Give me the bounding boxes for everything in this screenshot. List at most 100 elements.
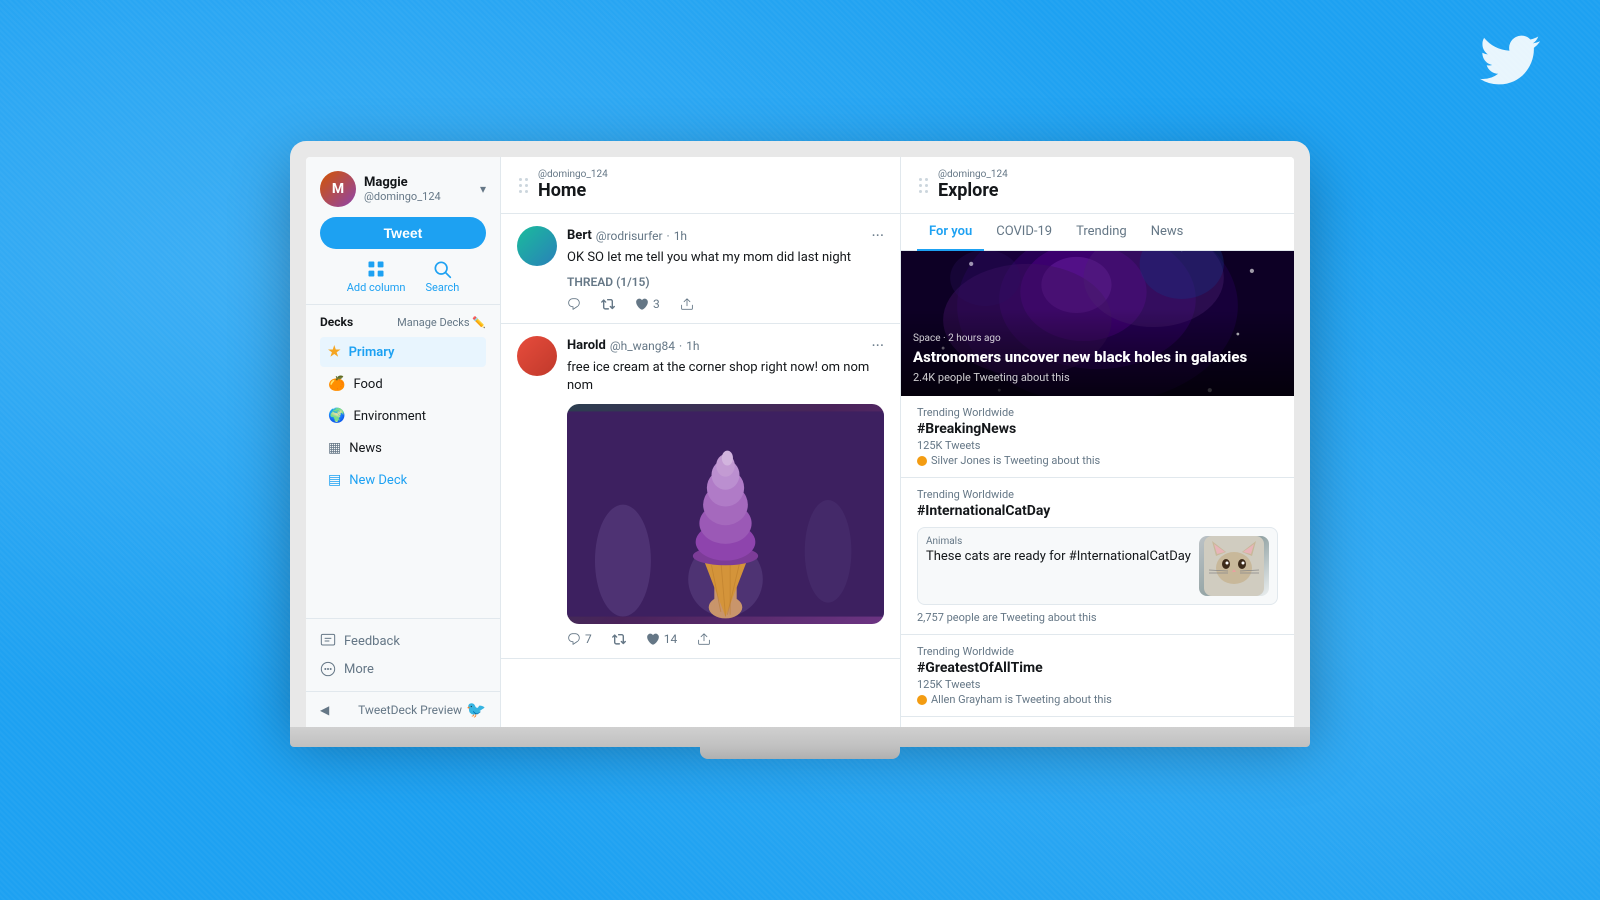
tweet-avatar	[517, 336, 557, 376]
sidebar-item-new-deck[interactable]: ▤ New Deck	[320, 465, 486, 495]
like-icon	[646, 632, 660, 646]
tweet-name: Bert	[567, 228, 592, 243]
share-icon	[680, 297, 694, 311]
deck-label: New Deck	[349, 473, 407, 488]
trending-hashtag: #GreatestOfAllTime	[917, 660, 1278, 676]
trending-hashtag: #BreakingNews	[917, 421, 1278, 437]
explore-column: @domingo_124 Explore For you COVID-19	[901, 157, 1294, 727]
user-name: Maggie	[364, 175, 441, 190]
more-icon	[320, 661, 336, 677]
tweet-avatar	[517, 226, 557, 266]
reply-button[interactable]	[567, 297, 581, 311]
new-deck-icon: ▤	[328, 472, 341, 488]
share-button[interactable]	[697, 632, 711, 646]
search-action[interactable]: Search	[426, 259, 460, 294]
cat-image	[1199, 536, 1269, 596]
trending-item-cat-day[interactable]: Trending Worldwide #InternationalCatDay …	[901, 478, 1294, 635]
sidebar-header: M Maggie @domingo_124 ▾ Tweet	[306, 157, 500, 305]
tweet-more-button[interactable]: ···	[871, 336, 884, 355]
feedback-item[interactable]: Feedback	[320, 627, 486, 655]
sidebar-actions: Add column Search	[320, 259, 486, 294]
explore-column-header-text: @domingo_124 Explore	[938, 169, 1008, 201]
branding-center: TweetDeck Preview 🐦	[358, 700, 486, 719]
news-card-content: Space · 2 hours ago Astronomers uncover …	[901, 321, 1259, 397]
like-button[interactable]: 3	[635, 297, 660, 311]
cat-card-category: Animals	[926, 536, 1191, 547]
manage-decks-button[interactable]: Manage Decks ✏️	[397, 316, 486, 329]
tweet-item: Harold @h_wang84 · 1h ··· free ice cream…	[501, 324, 900, 658]
avatar: M	[320, 171, 356, 207]
reply-icon	[567, 632, 581, 646]
star-icon: ★	[328, 344, 341, 360]
chevron-down-icon[interactable]: ▾	[480, 182, 486, 196]
more-label: More	[344, 662, 374, 677]
trending-item-goat[interactable]: Trending Worldwide #GreatestOfAllTime 12…	[901, 635, 1294, 717]
trending-item-breaking-news[interactable]: Trending Worldwide #BreakingNews 125K Tw…	[901, 396, 1294, 478]
tweet-handle: @h_wang84	[610, 339, 675, 353]
home-column-title: Home	[538, 180, 608, 201]
laptop-stand	[700, 747, 900, 759]
attribution-dot	[917, 695, 927, 705]
laptop-screen-frame: M Maggie @domingo_124 ▾ Tweet	[290, 141, 1310, 727]
like-icon	[635, 297, 649, 311]
cat-card: Animals These cats are ready for #Intern…	[917, 527, 1278, 605]
news-icon: ▦	[328, 440, 341, 456]
sidebar-item-news[interactable]: ▦ News	[320, 433, 486, 463]
home-column-account: @domingo_124	[538, 169, 608, 180]
column-drag-handle[interactable]	[517, 176, 530, 195]
tweet-more-button[interactable]: ···	[871, 226, 884, 245]
trending-label: Trending Worldwide	[917, 645, 1278, 658]
decks-title: Decks	[320, 315, 353, 329]
sidebar-item-primary[interactable]: ★ Primary	[320, 337, 486, 367]
tab-covid19[interactable]: COVID-19	[984, 214, 1064, 251]
tweet-handle: @rodrisurfer	[596, 229, 663, 243]
branding-text: TweetDeck Preview	[358, 703, 462, 717]
share-icon	[697, 632, 711, 646]
trending-hashtag: #InternationalCatDay	[917, 503, 1278, 519]
home-column: @domingo_124 Home	[501, 157, 901, 727]
decks-section: Decks Manage Decks ✏️ ★ Primary	[306, 305, 500, 618]
add-column-action[interactable]: Add column	[347, 259, 406, 294]
home-column-body: Bert @rodrisurfer · 1h ··· OK SO let me …	[501, 214, 900, 727]
tweet-text: OK SO let me tell you what my mom did la…	[567, 249, 884, 267]
tweet-author: Bert @rodrisurfer · 1h	[567, 228, 687, 243]
tweetdeck-branding: ◀ TweetDeck Preview 🐦	[306, 691, 500, 727]
retweet-button[interactable]	[601, 297, 615, 311]
sidebar-item-food[interactable]: 🍊 Food	[320, 369, 486, 399]
tweet-author: Harold @h_wang84 · 1h	[567, 338, 700, 353]
tab-for-you[interactable]: For you	[917, 214, 984, 251]
ice-cream-svg	[567, 404, 884, 624]
explore-column-header: @domingo_124 Explore	[901, 157, 1294, 214]
news-card[interactable]: Space · 2 hours ago Astronomers uncover …	[901, 251, 1294, 396]
tab-trending[interactable]: Trending	[1064, 214, 1139, 251]
tweet-text: free ice cream at the corner shop right …	[567, 359, 884, 395]
back-button[interactable]: ◀	[320, 703, 329, 717]
decks-header: Decks Manage Decks ✏️	[320, 315, 486, 329]
tweet-button[interactable]: Tweet	[320, 217, 486, 249]
tweet-image	[567, 404, 884, 624]
feedback-icon	[320, 633, 336, 649]
tweet-thread: THREAD (1/15)	[567, 275, 884, 289]
globe-icon: 🌍	[328, 408, 345, 424]
like-count: 14	[664, 632, 678, 646]
share-button[interactable]	[680, 297, 694, 311]
retweet-button[interactable]	[612, 632, 626, 646]
whats-happening[interactable]: What's happening?	[901, 717, 1294, 727]
reply-button[interactable]: 7	[567, 632, 592, 646]
like-button[interactable]: 14	[646, 632, 678, 646]
sidebar-item-environment[interactable]: 🌍 Environment	[320, 401, 486, 431]
trending-label: Trending Worldwide	[917, 406, 1278, 419]
more-item[interactable]: More	[320, 655, 486, 683]
reply-count: 7	[585, 632, 592, 646]
deck-label: Primary	[349, 345, 395, 360]
user-text: Maggie @domingo_124	[364, 175, 441, 203]
tweet-name: Harold	[567, 338, 606, 353]
tab-news[interactable]: News	[1139, 214, 1196, 251]
avatar-image: M	[320, 171, 356, 207]
explore-column-account: @domingo_124	[938, 169, 1008, 180]
column-drag-handle[interactable]	[917, 176, 930, 195]
news-card-stat: 2.4K people Tweeting about this	[913, 371, 1247, 384]
tweet-header: Bert @rodrisurfer · 1h ···	[567, 226, 884, 245]
tweet-time-value: 1h	[674, 229, 687, 243]
tweet-content: Harold @h_wang84 · 1h ··· free ice cream…	[567, 336, 884, 645]
